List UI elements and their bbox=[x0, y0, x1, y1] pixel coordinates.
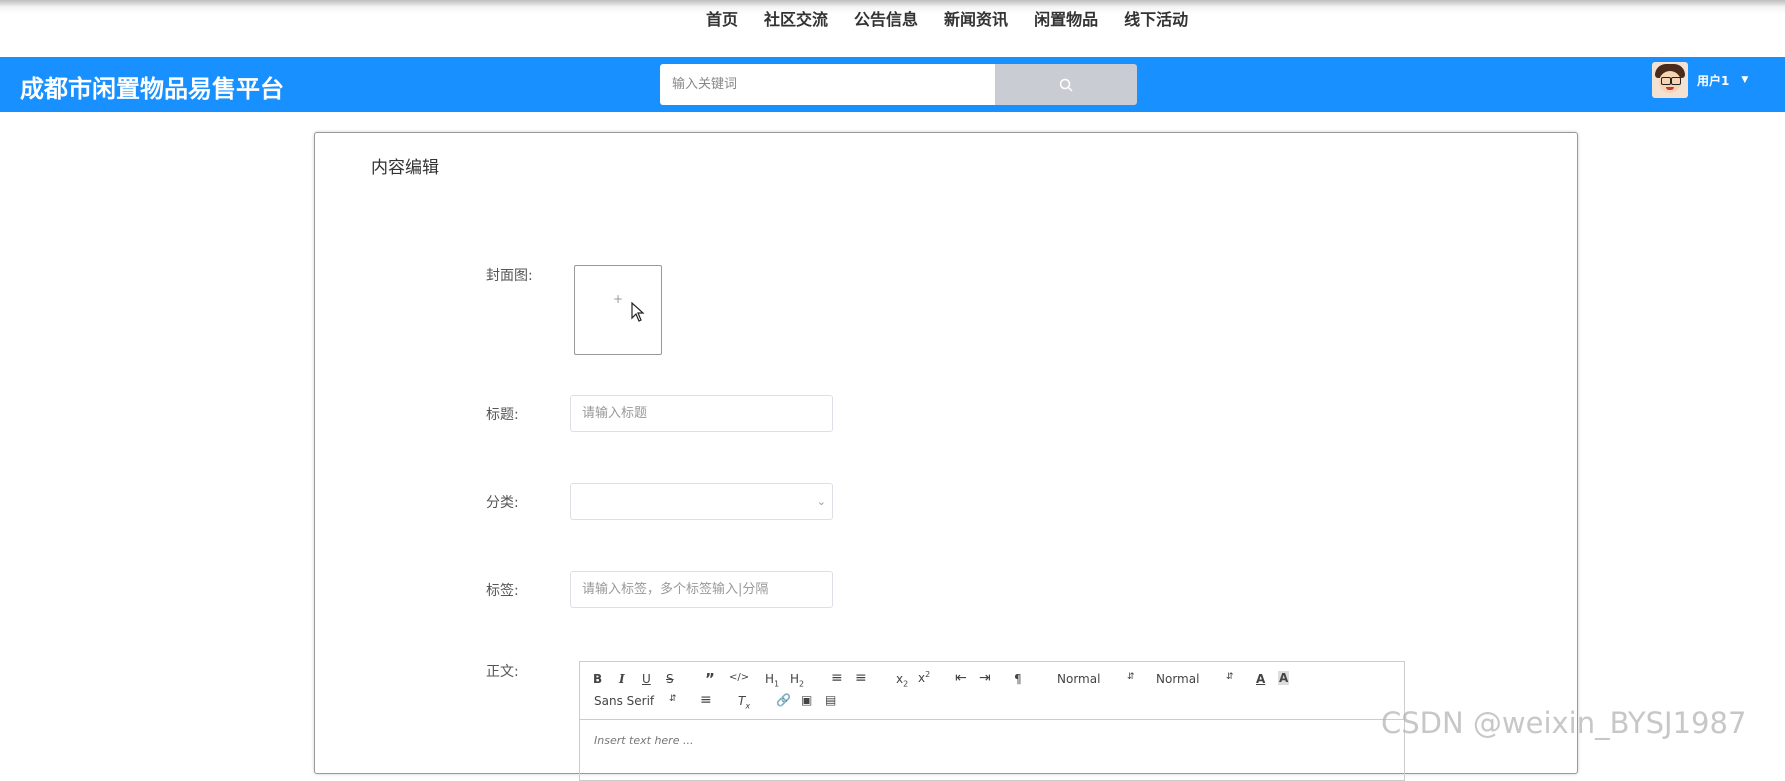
outdent-icon[interactable]: ⇤ bbox=[955, 670, 967, 686]
tags-label: 标签: bbox=[486, 583, 519, 599]
header-select[interactable]: Normal bbox=[1057, 672, 1100, 686]
italic-icon[interactable]: I bbox=[619, 672, 625, 686]
nav-home[interactable]: 首页 bbox=[706, 6, 738, 30]
nav-links: 首页 社区交流 公告信息 新闻资讯 闲置物品 线下活动 bbox=[706, 6, 1214, 30]
subscript-icon[interactable]: x2 bbox=[896, 672, 908, 688]
page-title: 内容编辑 bbox=[371, 158, 439, 178]
superscript-icon[interactable]: x2 bbox=[918, 670, 930, 685]
rich-text-editor: B I U S ” </> H1 H2 ≡ ≡ x2 x2 ⇤ ⇥ ¶ Norm… bbox=[579, 661, 1405, 781]
sort-icon[interactable]: ⇵ bbox=[669, 694, 677, 704]
content-label: 正文: bbox=[486, 664, 519, 680]
code-block-icon[interactable]: </> bbox=[729, 672, 749, 683]
strike-icon[interactable]: S bbox=[666, 672, 674, 686]
nav-community[interactable]: 社区交流 bbox=[764, 6, 828, 30]
title-label: 标题: bbox=[486, 407, 519, 423]
sort-icon[interactable]: ⇵ bbox=[1226, 672, 1234, 682]
search-input[interactable] bbox=[660, 64, 995, 105]
direction-rtl-icon[interactable]: ¶ bbox=[1014, 672, 1022, 686]
header1-icon[interactable]: H1 bbox=[765, 672, 779, 688]
top-navigation: 首页 社区交流 公告信息 新闻资讯 闲置物品 线下活动 bbox=[0, 0, 1785, 57]
search-button[interactable] bbox=[995, 64, 1137, 105]
content-edit-card: 内容编辑 封面图: + 标题: 请输入标题 分类: ⌄ 标签: 请输入标签，多个… bbox=[314, 132, 1578, 781]
cover-upload[interactable]: + bbox=[574, 265, 662, 355]
ordered-list-icon[interactable]: ≡ bbox=[831, 670, 843, 686]
mouse-cursor-icon bbox=[631, 302, 645, 322]
nav-announcements[interactable]: 公告信息 bbox=[854, 6, 918, 30]
indent-icon[interactable]: ⇥ bbox=[979, 670, 991, 686]
font-select[interactable]: Sans Serif bbox=[594, 694, 654, 708]
nav-news[interactable]: 新闻资讯 bbox=[944, 6, 1008, 30]
image-icon[interactable]: ▣ bbox=[801, 693, 812, 707]
underline-icon[interactable]: U bbox=[642, 672, 651, 686]
blockquote-icon[interactable]: ” bbox=[705, 670, 715, 688]
clear-format-icon[interactable]: Tx bbox=[738, 694, 750, 710]
plus-icon: + bbox=[613, 292, 624, 306]
font-color-icon[interactable]: A bbox=[1256, 672, 1265, 686]
category-label: 分类: bbox=[486, 495, 519, 511]
bullet-list-icon[interactable]: ≡ bbox=[855, 670, 867, 686]
user-menu[interactable]: 用户1 ▼ bbox=[1652, 62, 1748, 98]
nav-idle-items[interactable]: 闲置物品 bbox=[1034, 6, 1098, 30]
title-input[interactable]: 请输入标题 bbox=[570, 395, 833, 432]
avatar[interactable] bbox=[1652, 62, 1688, 98]
background-color-icon[interactable]: A bbox=[1278, 671, 1290, 685]
sort-icon[interactable]: ⇵ bbox=[1127, 672, 1135, 682]
user-name[interactable]: 用户1 bbox=[1697, 72, 1729, 89]
header-bar: 成都市闲置物品易售平台 用户1 ▼ bbox=[0, 57, 1785, 112]
bold-icon[interactable]: B bbox=[593, 672, 602, 686]
link-icon[interactable]: 🔗 bbox=[776, 693, 791, 707]
search-box bbox=[660, 64, 1137, 105]
header2-icon[interactable]: H2 bbox=[790, 672, 804, 688]
align-icon[interactable]: ≡ bbox=[700, 692, 712, 708]
chevron-down-icon[interactable]: ▼ bbox=[1741, 75, 1748, 85]
editor-toolbar: B I U S ” </> H1 H2 ≡ ≡ x2 x2 ⇤ ⇥ ¶ Norm… bbox=[580, 662, 1404, 720]
tags-input[interactable]: 请输入标签，多个标签输入|分隔 bbox=[570, 571, 833, 608]
cover-label: 封面图: bbox=[486, 268, 533, 284]
watermark: CSDN @weixin_BYSJ1987 bbox=[1381, 706, 1747, 740]
nav-offline-events[interactable]: 线下活动 bbox=[1124, 6, 1188, 30]
search-icon bbox=[1059, 78, 1073, 92]
site-title: 成都市闲置物品易售平台 bbox=[20, 75, 284, 103]
size-select[interactable]: Normal bbox=[1156, 672, 1199, 686]
category-select[interactable]: ⌄ bbox=[570, 483, 833, 520]
video-icon[interactable]: ▤ bbox=[825, 693, 836, 707]
editor-content[interactable]: Insert text here ... bbox=[594, 734, 693, 747]
chevron-down-icon: ⌄ bbox=[816, 495, 826, 508]
